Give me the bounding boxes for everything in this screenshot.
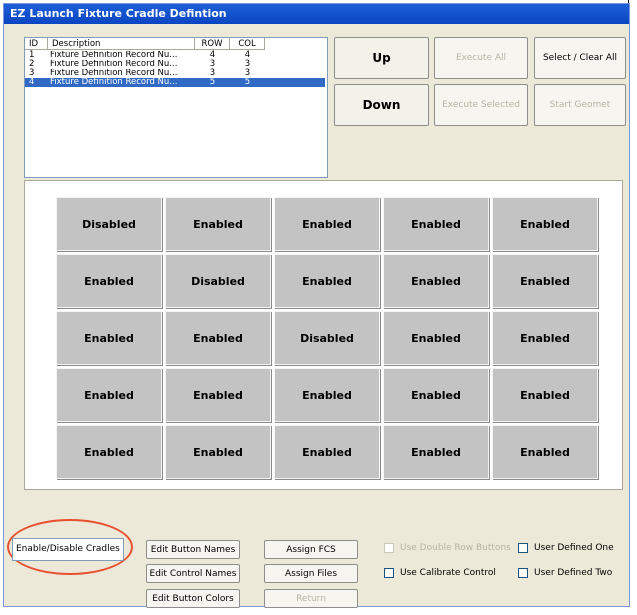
cradle-button[interactable]: Enabled xyxy=(165,368,271,422)
cradle-button[interactable]: Enabled xyxy=(56,368,162,422)
use-double-row-buttons-checkbox[interactable]: Use Double Row Buttons xyxy=(384,543,511,553)
list-item[interactable]: 4 Fixture Definition Record Nu... 5 5 xyxy=(25,78,325,87)
checkbox-box xyxy=(384,543,394,553)
checkbox-label: User Defined Two xyxy=(534,568,613,578)
list-cell-description: Fixture Definition Record Nu... xyxy=(50,69,178,78)
col-header-description[interactable]: Description xyxy=(48,38,195,50)
edit-control-names-button[interactable]: Edit Control Names xyxy=(146,564,240,583)
edit-button-names-button[interactable]: Edit Button Names xyxy=(146,540,240,559)
down-button[interactable]: Down xyxy=(334,84,429,126)
cradle-button[interactable]: Enabled xyxy=(56,254,162,308)
list-item[interactable]: 2 Fixture Definition Record Nu... 3 3 xyxy=(25,60,325,69)
cradle-button[interactable]: Disabled xyxy=(274,311,380,365)
cradle-button[interactable]: Enabled xyxy=(492,311,598,365)
checkbox-label: User Defined One xyxy=(534,543,614,553)
execute-all-button[interactable]: Execute All xyxy=(434,37,528,79)
list-cell-description: Fixture Definition Record Nu... xyxy=(50,51,178,60)
list-header: ID Description ROW COL xyxy=(25,38,327,50)
cradle-button[interactable]: Enabled xyxy=(274,197,380,251)
col-header-id[interactable]: ID xyxy=(25,38,48,50)
cradle-button[interactable]: Enabled xyxy=(165,425,271,479)
cradle-button[interactable]: Enabled xyxy=(492,254,598,308)
cradle-button[interactable]: Enabled xyxy=(165,311,271,365)
cradle-button[interactable]: Enabled xyxy=(274,368,380,422)
cradle-button[interactable]: Enabled xyxy=(383,197,489,251)
return-button[interactable]: Return xyxy=(264,589,358,608)
list-cell-col: 5 xyxy=(244,77,251,87)
cradle-grid-panel: Disabled Enabled Enabled Enabled Enabled Enab… xyxy=(24,180,623,490)
user-defined-two-checkbox[interactable]: User Defined Two xyxy=(518,568,612,578)
cradle-button[interactable]: Enabled xyxy=(383,254,489,308)
up-button[interactable]: Up xyxy=(334,37,429,79)
checkbox-label: Use Calibrate Control xyxy=(400,568,496,578)
cradle-button[interactable]: Enabled xyxy=(274,425,380,479)
cradle-button[interactable]: Enabled xyxy=(165,197,271,251)
mode-field[interactable]: Enable/Disable Cradles xyxy=(12,538,124,561)
checkbox-box xyxy=(518,543,528,553)
list-cell-description: Fixture Definition Record Nu... xyxy=(50,78,178,87)
user-defined-one-checkbox[interactable]: User Defined One xyxy=(518,543,614,553)
cradle-button[interactable]: Enabled xyxy=(383,368,489,422)
assign-files-button[interactable]: Assign Files xyxy=(264,564,358,583)
cradle-button[interactable]: Enabled xyxy=(56,311,162,365)
execute-selected-button[interactable]: Execute Selected xyxy=(434,84,528,126)
use-calibrate-control-checkbox[interactable]: Use Calibrate Control xyxy=(384,568,496,578)
cradle-button[interactable]: Enabled xyxy=(274,254,380,308)
cradle-button[interactable]: Enabled xyxy=(383,311,489,365)
cradle-button[interactable]: Disabled xyxy=(56,197,162,251)
edit-button-colors-button[interactable]: Edit Button Colors xyxy=(146,589,240,608)
list-cell-id: 4 xyxy=(29,77,35,87)
cradle-button[interactable]: Disabled xyxy=(165,254,271,308)
cradle-button[interactable]: Enabled xyxy=(56,425,162,479)
list-cell-description: Fixture Definition Record Nu... xyxy=(50,60,178,69)
checkbox-label: Use Double Row Buttons xyxy=(400,543,511,553)
assign-fcs-button[interactable]: Assign FCS xyxy=(264,540,358,559)
checkbox-box xyxy=(518,568,528,578)
select-clear-all-button[interactable]: Select / Clear All xyxy=(534,37,626,79)
cradle-button[interactable]: Enabled xyxy=(492,368,598,422)
cradle-button[interactable]: Enabled xyxy=(492,197,598,251)
col-header-col[interactable]: COL xyxy=(230,38,265,50)
checkbox-box xyxy=(384,568,394,578)
start-geomet-button[interactable]: Start Geomet xyxy=(534,84,626,126)
col-header-row[interactable]: ROW xyxy=(195,38,230,50)
window-title: EZ Launch Fixture Cradle Defintion xyxy=(4,4,629,24)
fixture-list[interactable]: ID Description ROW COL 1 Fixture Definiti… xyxy=(24,37,328,178)
cradle-button[interactable]: Enabled xyxy=(383,425,489,479)
list-item[interactable]: 1 Fixture Definition Record Nu... 4 4 xyxy=(25,51,325,60)
list-cell-row: 5 xyxy=(209,77,216,87)
cradle-button[interactable]: Enabled xyxy=(492,425,598,479)
list-item[interactable]: 3 Fixture Definition Record Nu... 3 3 xyxy=(25,69,325,78)
